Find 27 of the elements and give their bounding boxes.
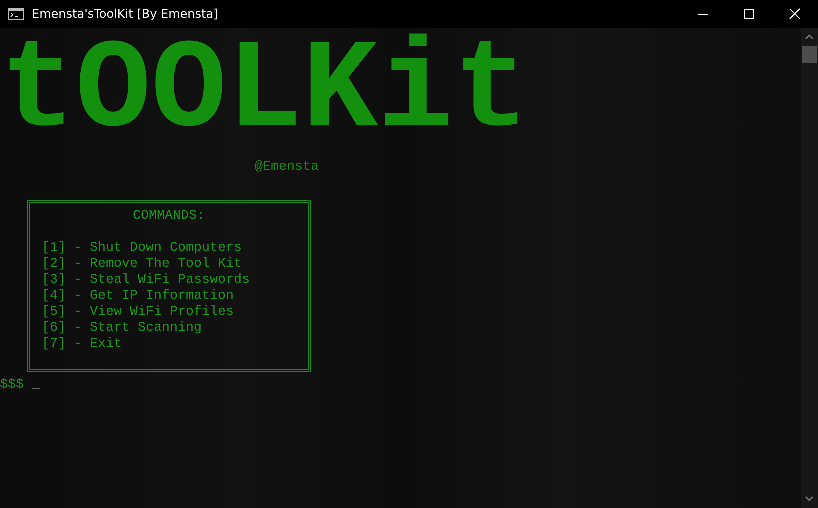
author-handle: @Emensta (255, 160, 320, 176)
option-key: [5] (42, 305, 66, 321)
window-title: Emensta'sToolKit [By Emensta] (32, 7, 218, 21)
scroll-down-icon[interactable] (805, 496, 814, 502)
option-key: [6] (42, 321, 66, 337)
scrollbar-thumb[interactable] (802, 46, 817, 63)
scroll-up-icon[interactable] (805, 34, 814, 40)
prompt-symbol: $$$ (0, 378, 24, 394)
option-label: - View WiFi Profiles (74, 305, 234, 321)
option-key: [2] (42, 257, 66, 273)
option-label: - Exit (74, 337, 122, 353)
scrollbar[interactable] (801, 28, 818, 508)
option-key: [4] (42, 289, 66, 305)
option-label: - Shut Down Computers (74, 241, 242, 257)
maximize-icon[interactable] (743, 8, 755, 20)
banner-title: tOOLKit (0, 32, 530, 156)
console-icon (8, 8, 24, 20)
text-cursor: _ (32, 378, 40, 394)
option-label: - Remove The Tool Kit (74, 257, 242, 273)
commands-heading: COMMANDS: (132, 209, 206, 225)
option-label: - Steal WiFi Passwords (74, 273, 250, 289)
option-label: - Get IP Information (74, 289, 234, 305)
option-key: [7] (42, 337, 66, 353)
option-label: - Start Scanning (74, 321, 202, 337)
close-icon[interactable] (789, 8, 801, 20)
option-key: [3] (42, 273, 66, 289)
option-key: [1] (42, 241, 66, 257)
